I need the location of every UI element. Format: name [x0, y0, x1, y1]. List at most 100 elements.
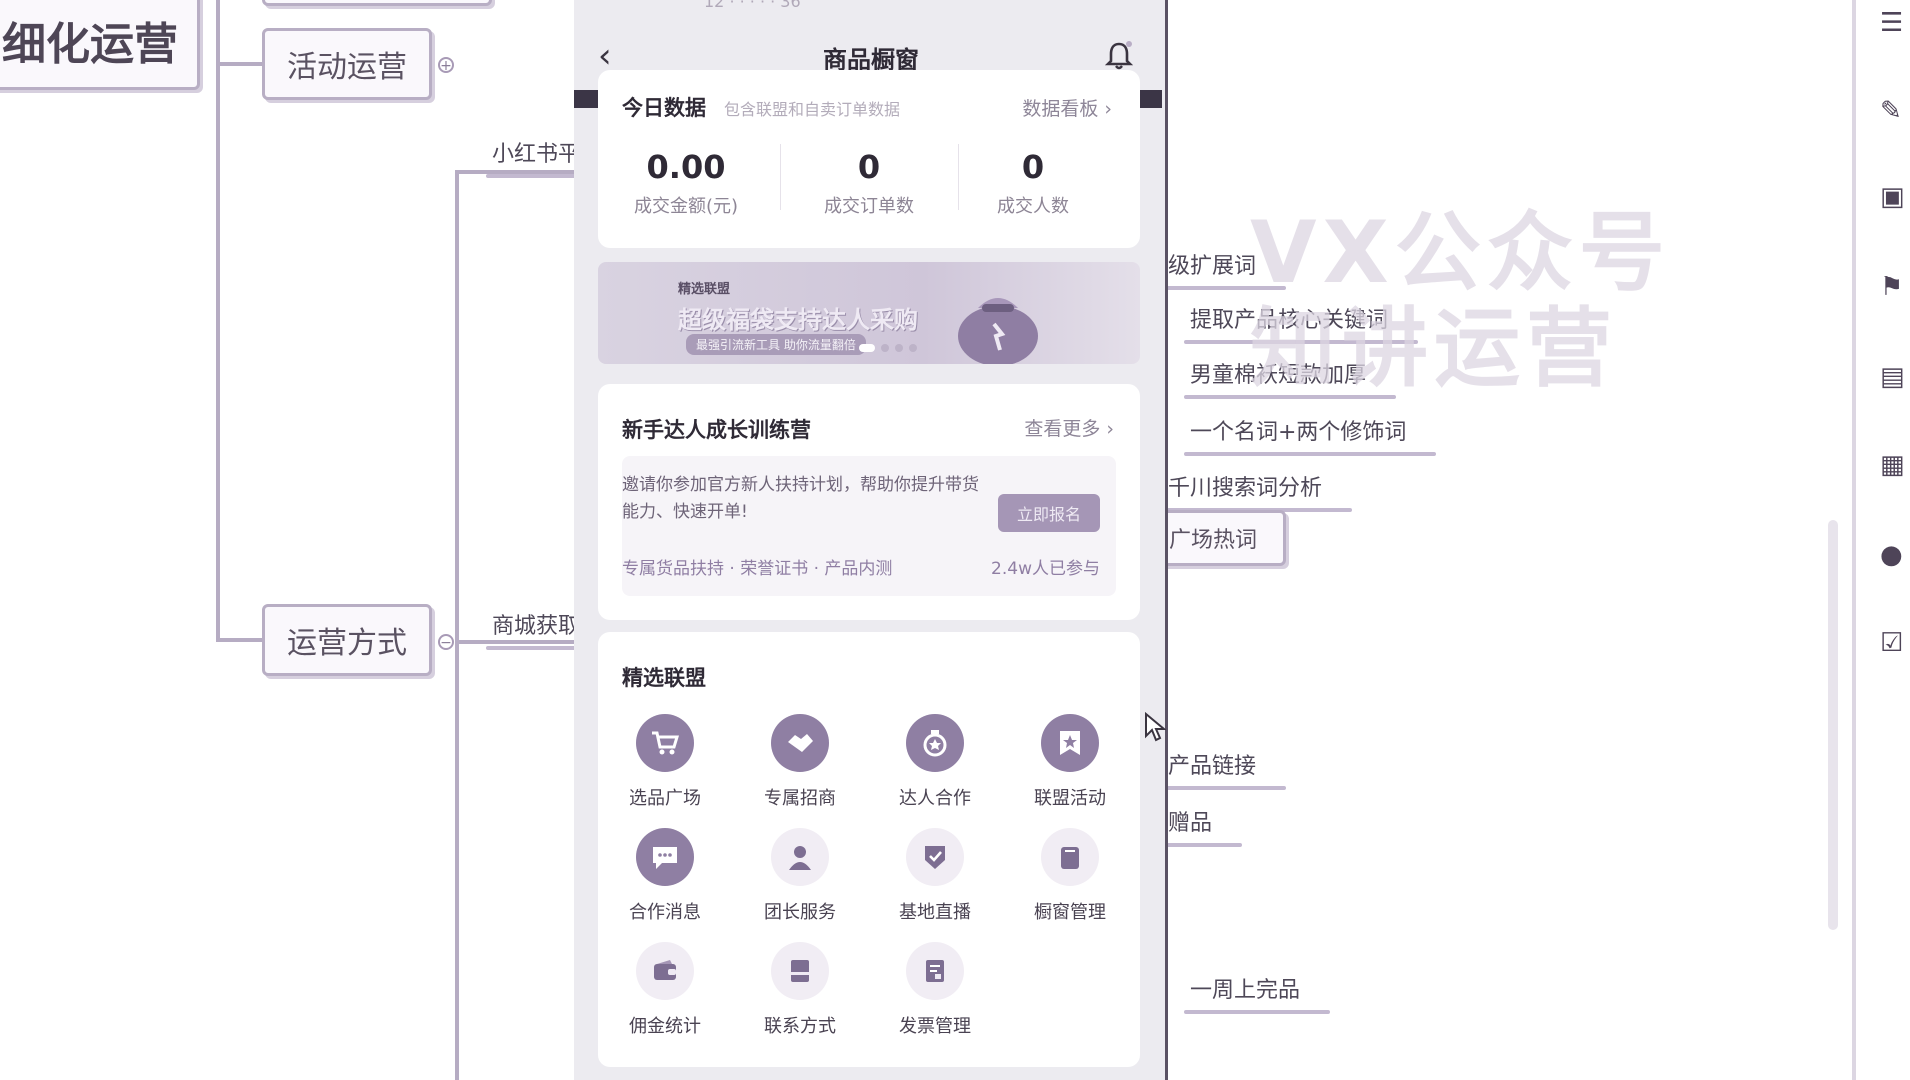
today-data-note: 包含联盟和自卖订单数据	[724, 100, 901, 119]
today-data-card: 今日数据 包含联盟和自卖订单数据 数据看板 › 0.00 成交金额(元) 0 成…	[598, 70, 1140, 248]
handshake-icon	[771, 714, 829, 772]
carousel-dot[interactable]	[895, 344, 903, 352]
lucky-bag-icon	[958, 298, 1038, 364]
mindmap-item[interactable]: 一个名词+两个修饰词	[1183, 414, 1437, 456]
data-dashboard-link[interactable]: 数据看板 ›	[1022, 94, 1112, 121]
grid-item-alliance-activity[interactable]: 联盟活动	[1015, 714, 1125, 810]
contact-card-icon	[771, 942, 829, 1000]
training-camp-card: 新手达人成长训练营 查看更多 › 邀请你参加官方新人扶持计划，帮助你提升带货能力…	[598, 384, 1140, 620]
alliance-title: 精选联盟	[622, 666, 706, 690]
stat-label: 成交金额(元)	[633, 196, 739, 217]
carousel-dot[interactable]	[859, 344, 875, 352]
comment-icon[interactable]: ●	[1880, 540, 1910, 570]
grid-item-exclusive-investment[interactable]: 专属招商	[745, 714, 855, 810]
note-icon[interactable]: ▦	[1880, 450, 1910, 480]
connector-line	[216, 638, 264, 642]
stat-value: 0.00	[646, 148, 726, 186]
grid-item-window-management[interactable]: 橱窗管理	[1015, 828, 1125, 924]
grid-item-contact-info[interactable]: 联系方式	[745, 942, 855, 1038]
carousel-dot[interactable]	[881, 344, 889, 352]
grid-label: 达人合作	[899, 788, 971, 809]
phone-bezel-mark	[1138, 90, 1162, 108]
stat-label: 成交人数	[997, 196, 1069, 217]
grid-label: 佣金统计	[629, 1016, 701, 1037]
toolbar-divider	[1852, 0, 1856, 1080]
connector-line	[216, 0, 220, 640]
carousel-dot[interactable]	[909, 344, 917, 352]
phone-screen: 12 · · · · · 36 ‹ 商品橱窗 今日数据 包含联盟和自卖订单数据 …	[574, 0, 1168, 1080]
stat-buyers: 0 成交人数	[953, 148, 1113, 218]
star-flag-icon	[1041, 714, 1099, 772]
grid-item-commission-stats[interactable]: 佣金统计	[610, 942, 720, 1038]
mindmap-item[interactable]: 千川搜索词分析	[1161, 470, 1353, 512]
carousel-dots[interactable]	[856, 337, 920, 356]
mindmap-node-method[interactable]: 运营方式	[262, 604, 432, 676]
phone-edge	[1165, 0, 1168, 1080]
watermark-line: VX公众号	[1250, 203, 1671, 303]
node-label: 运营方式	[287, 626, 407, 661]
banner-brand: 精选联盟	[678, 282, 731, 297]
vertical-scrollbar[interactable]	[1828, 520, 1838, 930]
connector-line	[216, 62, 264, 66]
outline-icon[interactable]: ☰	[1880, 8, 1910, 38]
banner-headline: 超级福袋支持达人采购	[678, 306, 918, 334]
camp-title: 新手达人成长训练营	[622, 418, 811, 442]
mindmap-node-activity[interactable]: 活动运营	[262, 28, 432, 100]
brush-icon[interactable]: ✎	[1880, 96, 1910, 126]
grid-label: 基地直播	[899, 902, 971, 923]
phone-bezel-mark	[574, 90, 598, 108]
mindmap-item-box[interactable]: 广场热词	[1150, 510, 1286, 566]
flag-icon[interactable]: ⚑	[1880, 272, 1910, 302]
bell-icon[interactable]	[1104, 40, 1134, 72]
mindmap-item[interactable]: 产品链接	[1161, 748, 1287, 790]
camp-description: 邀请你参加官方新人扶持计划，帮助你提升带货能力、快速开单!	[622, 475, 979, 522]
mindmap-node-top[interactable]	[262, 0, 492, 6]
promo-banner[interactable]: 精选联盟 超级福袋支持达人采购 最强引流新工具 助你流量翻倍	[598, 262, 1140, 364]
grid-label: 团长服务	[764, 902, 836, 923]
stat-value: 0	[857, 148, 881, 186]
invoice-icon	[906, 942, 964, 1000]
node-label: 活动运营	[287, 50, 407, 85]
grid-label: 联盟活动	[1034, 788, 1106, 809]
grid-label: 橱窗管理	[1034, 902, 1106, 923]
stat-orders: 0 成交订单数	[789, 148, 949, 218]
node-label: 广场热词	[1169, 528, 1258, 553]
text-style-icon[interactable]: ▤	[1880, 362, 1910, 392]
image-icon[interactable]: ▣	[1880, 182, 1910, 212]
stat-amount: 0.00 成交金额(元)	[606, 148, 766, 218]
alliance-card: 精选联盟 选品广场 专属招商 达人合作 联盟活动 合作消息 团长服务 基地直播 …	[598, 632, 1140, 1067]
grid-item-influencer-coop[interactable]: 达人合作	[880, 714, 990, 810]
collapse-toggle-icon[interactable]: −	[438, 634, 454, 650]
mindmap-item[interactable]: 级扩展词	[1161, 248, 1287, 290]
chat-bubble-icon	[636, 828, 694, 886]
grid-label: 发票管理	[899, 1016, 971, 1037]
grid-item-selection-square[interactable]: 选品广场	[610, 714, 720, 810]
wallet-icon	[636, 942, 694, 1000]
watermark-line: 知讲运营	[1250, 299, 1618, 399]
stat-value: 0	[1021, 148, 1045, 186]
signup-button[interactable]: 立即报名	[998, 494, 1100, 532]
mouse-cursor-icon	[1145, 712, 1166, 742]
shopping-cart-icon	[636, 714, 694, 772]
mindmap-root-node[interactable]: 细化运营	[0, 0, 200, 90]
grid-item-invoice-management[interactable]: 发票管理	[880, 942, 990, 1038]
grid-label: 联系方式	[764, 1016, 836, 1037]
person-icon	[771, 828, 829, 886]
task-icon[interactable]: ☑	[1880, 628, 1910, 658]
today-data-title: 今日数据	[622, 96, 706, 120]
grid-item-coop-messages[interactable]: 合作消息	[610, 828, 720, 924]
mindmap-item[interactable]: 一周上完品	[1183, 972, 1331, 1014]
mindmap-item[interactable]: 赠品	[1161, 805, 1243, 847]
expand-toggle-icon[interactable]: +	[438, 57, 454, 73]
status-bar: 12 · · · · · 36	[704, 0, 801, 11]
grid-item-leader-service[interactable]: 团长服务	[745, 828, 855, 924]
banner-subtitle: 最强引流新工具 助你流量翻倍	[686, 334, 866, 355]
mindmap-subnode-mall[interactable]: 商城获取	[485, 608, 611, 650]
grid-item-base-live[interactable]: 基地直播	[880, 828, 990, 924]
connector-line	[455, 170, 459, 1080]
root-node-label: 细化运营	[2, 19, 178, 70]
view-more-link[interactable]: 查看更多 ›	[1024, 414, 1114, 441]
mindmap-subnode-xhs[interactable]: 小红书平	[485, 136, 611, 178]
grid-label: 专属招商	[764, 788, 836, 809]
shield-check-icon	[906, 828, 964, 886]
